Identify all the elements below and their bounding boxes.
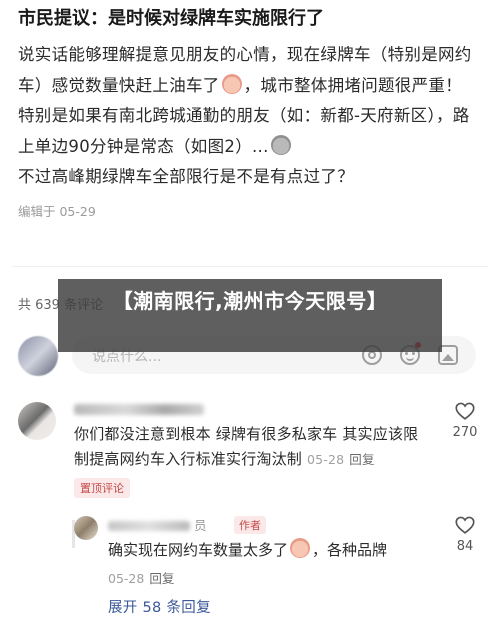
post-paragraph-2-text: 特别是如果有南北跨城通勤的朋友（如：新都-天府新区），路上单边90分钟是常态（如… [18, 106, 470, 156]
reply-like-count: 84 [456, 539, 474, 554]
comment-reply-button[interactable]: 回复 [349, 452, 374, 467]
divider [12, 266, 488, 267]
reply-text: 确实现在网约车数量太多了 ，各种品牌 [108, 538, 428, 563]
reply-reply-button[interactable]: 回复 [149, 571, 174, 586]
comment-date: 05-28 [306, 452, 345, 467]
commenter-username-blurred[interactable] [74, 404, 204, 415]
reply-like-button[interactable]: 84 [447, 514, 483, 554]
heart-icon [455, 402, 475, 420]
sweat-face-emoji-icon [221, 73, 242, 94]
author-badge: 作者 [234, 516, 266, 534]
pinned-comment-badge: 置顶评论 [74, 478, 130, 498]
reply-username-tail: 员 [194, 518, 207, 533]
post-paragraph-1: 说实话能够理解提意见朋友的心情，现在绿牌车（特别是网约车）感觉数量快赶上油车了，… [18, 40, 483, 101]
post-paragraph-1-text-b: ，城市整体拥堵问题很严重！ [243, 75, 463, 95]
reply-meta: 05-28 回复 [108, 568, 174, 587]
avatar[interactable] [18, 336, 58, 376]
comment-like-count: 270 [452, 425, 478, 440]
post-content: 市民提议：是时候对绿牌车实施限行了 说实话能够理解提意见朋友的心情，现在绿牌车（… [18, 0, 483, 220]
sweat-face-emoji-icon [290, 538, 311, 558]
reply-text-b: ，各种品牌 [312, 541, 388, 559]
post-edited-date: 编辑于 05-29 [18, 203, 96, 219]
reply-date: 05-28 [108, 571, 145, 586]
post-paragraph-2: 特别是如果有南北跨城通勤的朋友（如：新都-天府新区），路上单边90分钟是常态（如… [18, 101, 483, 162]
comment-text: 你们都没注意到根本 绿牌有很多私家车 其实应该限制提高网约车入行标准实行淘汰制 … [74, 422, 429, 472]
post-paragraph-3: 不过高峰期绿牌车全部限行是不是有点过了？ [18, 167, 354, 186]
comment-like-button[interactable]: 270 [447, 400, 483, 440]
commenter-avatar[interactable] [18, 402, 56, 440]
grimace-emoji-icon [270, 134, 291, 155]
heart-icon [455, 516, 475, 534]
post-body: 说实话能够理解提意见朋友的心情，现在绿牌车（特别是网约车）感觉数量快赶上油车了，… [18, 40, 483, 193]
overlay-banner: 【潮南限行,潮州市今天限号】 [58, 279, 442, 352]
expand-replies-link[interactable]: 展开 58 条回复 [108, 596, 211, 617]
reply-avatar[interactable] [74, 516, 98, 540]
post-title: 市民提议：是时候对绿牌车实施限行了 [18, 8, 324, 29]
reply-username-blurred[interactable] [108, 521, 190, 531]
reply-text-a: 确实现在网约车数量太多了 [108, 541, 289, 559]
